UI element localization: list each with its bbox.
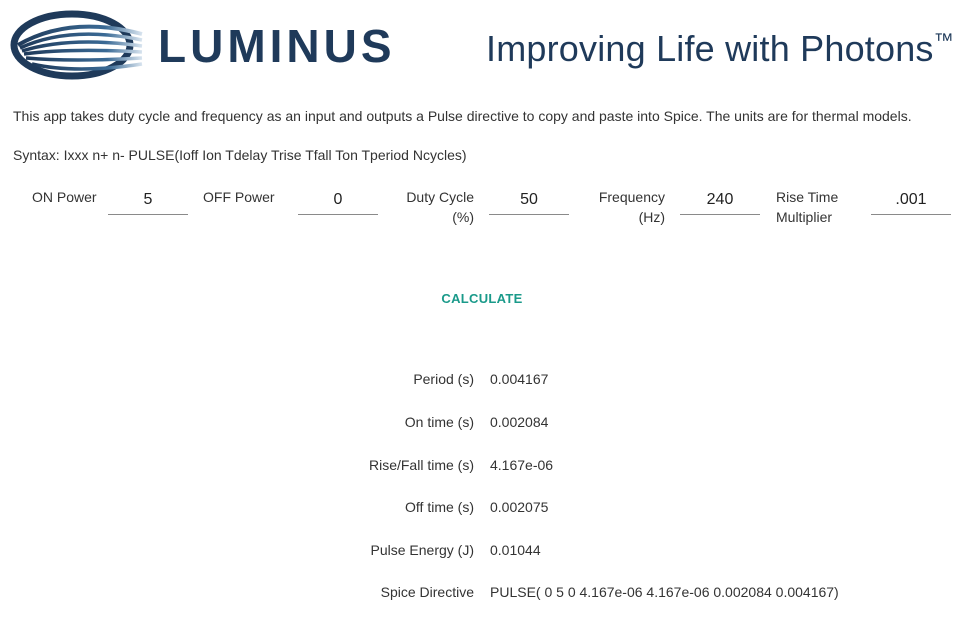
duty-cycle-input[interactable] [489,186,569,215]
off-time-value: 0.002075 [490,499,549,515]
rise-time-multiplier-input[interactable] [871,186,951,215]
rise-time-multiplier-label: Rise Time Multiplier [776,189,839,225]
period-value: 0.004167 [490,371,549,387]
calculate-button[interactable]: CALCULATE [420,286,544,310]
rise-fall-time-label: Rise/Fall time (s) [368,457,474,473]
pulse-energy-label: Pulse Energy (J) [370,542,474,558]
pulse-energy-value: 0.01044 [490,542,541,558]
syntax-text: Syntax: Ixxx n+ n- PULSE(Ioff Ion Tdelay… [13,147,467,163]
off-power-label: OFF Power [203,189,275,205]
rise-fall-time-value: 4.167e-06 [490,457,554,473]
logo-swoosh-icon [10,10,143,80]
spice-directive-value: PULSE( 0 5 0 4.167e-06 4.167e-06 0.00208… [490,584,839,600]
frequency-label: Frequency (Hz) [598,189,665,225]
off-power-input[interactable] [298,186,378,215]
spice-directive-label: Spice Directive [380,584,474,600]
duty-cycle-label: Duty Cycle (%) [406,189,474,225]
on-power-label: ON Power [32,189,97,205]
period-label: Period (s) [413,371,474,387]
on-power-input[interactable] [108,186,188,215]
off-time-label: Off time (s) [405,499,474,515]
tagline: Improving Life with Photons™ [486,28,954,70]
on-time-value: 0.002084 [490,414,549,430]
logo-wordmark: LUMINUS [158,20,396,72]
trademark-mark: ™ [933,30,954,52]
app-header: LUMINUS Improving Life with Photons™ [0,0,975,90]
luminus-logo: LUMINUS [10,10,396,80]
on-time-label: On time (s) [404,414,474,430]
app-description: This app takes duty cycle and frequency … [13,108,912,124]
frequency-input[interactable] [680,186,760,215]
tagline-text: Improving Life with Photons [486,28,934,69]
